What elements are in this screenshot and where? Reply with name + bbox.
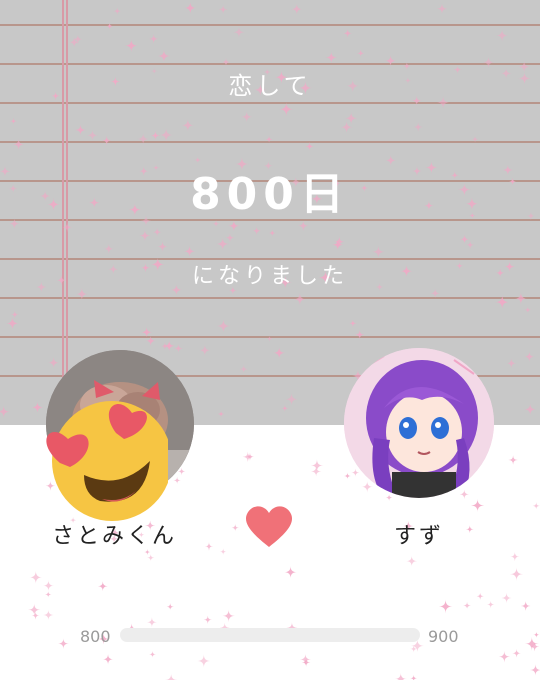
sparkle <box>529 664 540 676</box>
sparkle <box>231 524 239 532</box>
sparkle <box>512 648 521 658</box>
progress-bar <box>120 628 420 642</box>
sparkle <box>410 645 418 653</box>
sparkle <box>284 566 297 579</box>
sparkle <box>385 494 393 501</box>
sparkle <box>219 548 227 555</box>
right-avatar[interactable] <box>344 348 494 498</box>
sparkle <box>463 601 471 610</box>
sparkle <box>410 674 418 680</box>
sparkle <box>97 581 108 592</box>
days-count: 800日 <box>190 169 350 220</box>
sparkle <box>147 554 155 562</box>
sparkle <box>27 603 41 616</box>
sparkle <box>471 498 485 512</box>
sparkle <box>149 650 156 658</box>
sparkle <box>31 611 40 620</box>
sparkle <box>197 654 211 668</box>
sparkle <box>173 476 181 485</box>
sparkle <box>533 631 540 638</box>
sparkle <box>177 467 186 476</box>
sparkle <box>42 580 55 592</box>
sparkle <box>529 641 540 652</box>
sparkle <box>476 592 484 600</box>
sparkle <box>222 609 235 623</box>
sparkle <box>406 555 418 567</box>
sparkle <box>58 638 69 649</box>
partner-right-name: すず <box>394 524 445 549</box>
sparkle <box>351 468 360 477</box>
progress-max-label: 900 <box>428 627 459 646</box>
sparkle <box>29 570 43 584</box>
sparkle <box>487 600 495 609</box>
sparkle <box>344 472 351 480</box>
sparkle <box>147 617 157 628</box>
sparkle <box>459 489 469 499</box>
sparkle <box>520 601 531 611</box>
sparkle <box>43 609 54 621</box>
sparkle <box>164 673 178 680</box>
sparkle <box>361 480 374 493</box>
sparkle <box>301 657 311 667</box>
sparkle <box>299 653 311 666</box>
progress-min-label: 800 <box>80 627 111 646</box>
sparkle <box>510 552 520 562</box>
sparkle <box>508 455 518 465</box>
partner-left-name: さとみくん <box>52 524 178 549</box>
sparkle <box>509 567 524 581</box>
sparkle <box>166 603 174 611</box>
sparkle <box>204 542 214 551</box>
sparkle <box>102 653 114 665</box>
sparkle <box>45 591 52 598</box>
heart-eyes-emoji-icon <box>46 401 168 521</box>
sparkle <box>311 466 322 477</box>
sparkle <box>242 451 253 462</box>
sparkle <box>245 452 254 461</box>
sparkle <box>501 592 512 604</box>
anime-girl-avatar <box>344 348 494 498</box>
headline-line3: になりました <box>191 264 348 289</box>
sparkle <box>203 615 212 624</box>
sparkle <box>465 525 474 534</box>
sparkle <box>394 672 407 680</box>
heart-icon <box>245 506 293 547</box>
headline-line1: 恋して <box>228 72 312 100</box>
sparkle <box>438 599 453 614</box>
sparkle <box>532 502 540 510</box>
sparkle <box>310 459 324 472</box>
sparkle <box>524 636 539 651</box>
sparkle <box>498 650 511 663</box>
